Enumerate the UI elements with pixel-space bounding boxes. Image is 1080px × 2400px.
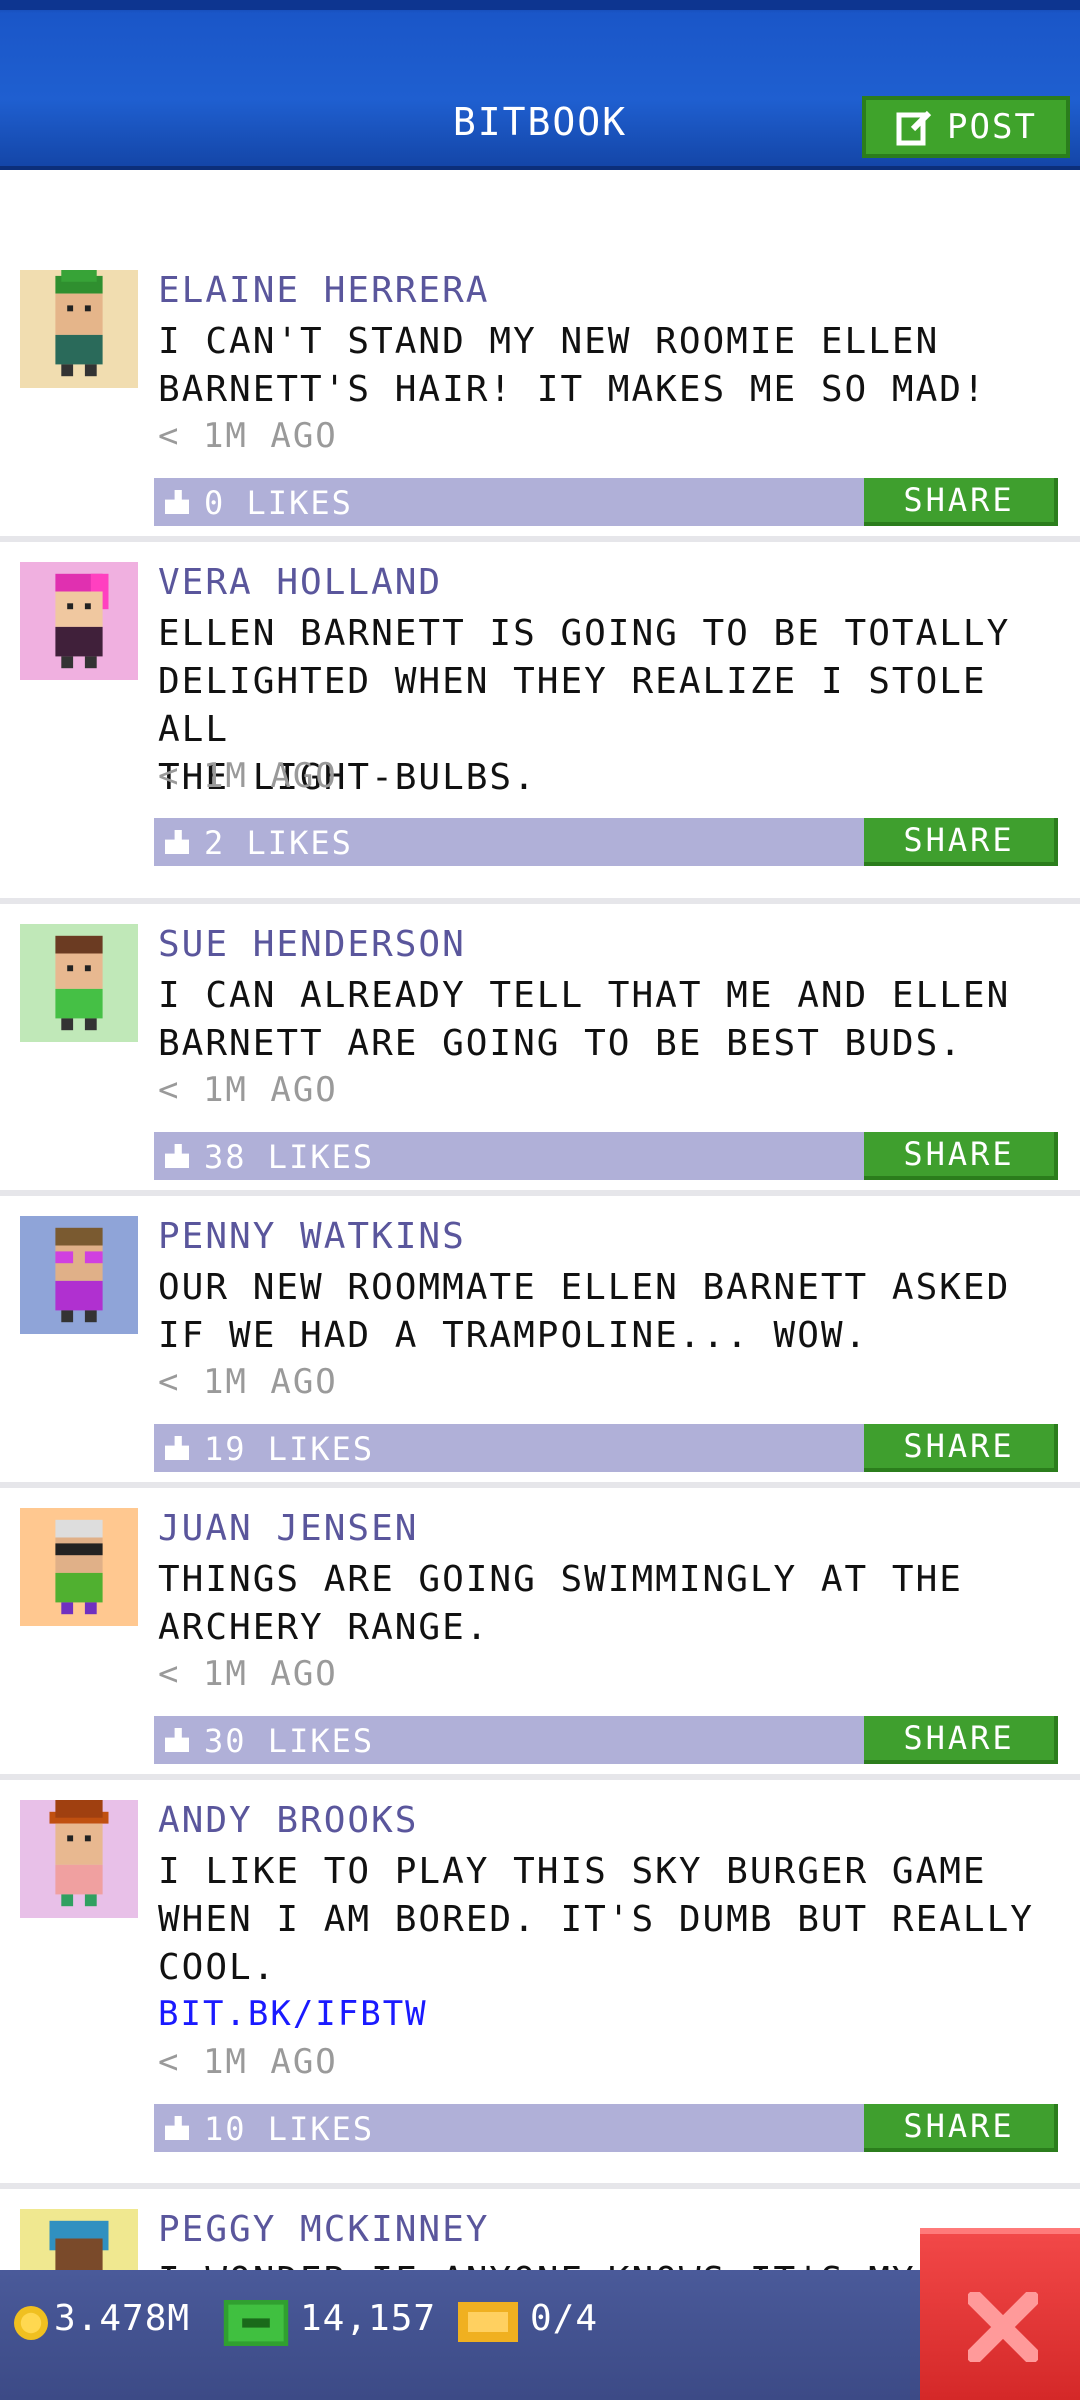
post-text: I CAN ALREADY TELL THAT ME AND ELLEN BAR… xyxy=(158,975,1011,1064)
feed-post: VERA HOLLAND ELLEN BARNETT IS GOING TO B… xyxy=(0,562,1080,904)
thumbs-up-icon xyxy=(165,2116,189,2140)
avatar xyxy=(20,1508,138,1626)
like-bar[interactable]: 0 LIKES xyxy=(154,478,864,526)
post-button-label: POST xyxy=(947,107,1037,147)
avatar xyxy=(20,562,138,680)
likes-count: 2 LIKES xyxy=(204,824,353,862)
status-stripe xyxy=(0,0,1080,10)
post-link[interactable]: BIT.BK/IFBTW xyxy=(158,1994,428,2034)
avatar xyxy=(20,1800,138,1918)
bux-icon xyxy=(223,2300,289,2346)
post-time: < 1M AGO xyxy=(158,1070,338,1110)
feed-post: ANDY BROOKS I LIKE TO PLAY THIS SKY BURG… xyxy=(0,1800,1080,2189)
tickets-count: 0/4 xyxy=(530,2298,599,2339)
coin-icon xyxy=(14,2306,48,2340)
likes-count: 19 LIKES xyxy=(204,1430,375,1468)
ticket-icon xyxy=(458,2302,518,2342)
post-author[interactable]: PEGGY MCKINNEY xyxy=(158,2209,489,2250)
coins-count: 3.478M xyxy=(54,2298,191,2339)
avatar xyxy=(20,924,138,1042)
thumbs-up-icon xyxy=(165,1144,189,1168)
post-author[interactable]: VERA HOLLAND xyxy=(158,562,442,603)
avatar xyxy=(20,1216,138,1334)
likes-count: 30 LIKES xyxy=(204,1722,375,1760)
post-text: THINGS ARE GOING SWIMMINGLY AT THE ARCHE… xyxy=(158,1559,963,1648)
thumbs-up-icon xyxy=(165,490,189,514)
thumbs-up-icon xyxy=(165,1436,189,1460)
like-bar[interactable]: 30 LIKES xyxy=(154,1716,864,1764)
like-bar[interactable]: 2 LIKES xyxy=(154,818,864,866)
likes-count: 0 LIKES xyxy=(204,484,353,522)
share-button[interactable]: SHARE xyxy=(864,818,1058,866)
post-button[interactable]: POST xyxy=(862,96,1070,158)
feed-post: ELAINE HERRERA I CAN'T STAND MY NEW ROOM… xyxy=(0,270,1080,542)
share-button[interactable]: SHARE xyxy=(864,1132,1058,1180)
feed[interactable]: ELAINE HERRERA I CAN'T STAND MY NEW ROOM… xyxy=(0,270,1080,2359)
post-time: < 1M AGO xyxy=(158,1362,338,1402)
post-author[interactable]: SUE HENDERSON xyxy=(158,924,466,965)
post-time: < 1M AGO xyxy=(158,1654,338,1694)
edit-icon xyxy=(896,110,932,146)
avatar xyxy=(20,270,138,388)
share-button[interactable]: SHARE xyxy=(864,478,1058,526)
feed-post: SUE HENDERSON I CAN ALREADY TELL THAT ME… xyxy=(0,924,1080,1196)
likes-count: 38 LIKES xyxy=(204,1138,375,1176)
like-bar[interactable]: 19 LIKES xyxy=(154,1424,864,1472)
post-text: I CAN'T STAND MY NEW ROOMIE ELLEN BARNET… xyxy=(158,321,987,410)
close-button[interactable] xyxy=(920,2228,1080,2400)
like-bar[interactable]: 38 LIKES xyxy=(154,1132,864,1180)
post-author[interactable]: JUAN JENSEN xyxy=(158,1508,418,1549)
post-text: I LIKE TO PLAY THIS SKY BURGER GAME WHEN… xyxy=(158,1851,1034,1988)
post-time: < 1M AGO xyxy=(158,2042,338,2082)
share-button[interactable]: SHARE xyxy=(864,2104,1058,2152)
share-button[interactable]: SHARE xyxy=(864,1424,1058,1472)
top-bar: BITBOOK POST xyxy=(0,0,1080,170)
bux-count: 14,157 xyxy=(300,2298,437,2339)
post-text: OUR NEW ROOMMATE ELLEN BARNETT ASKED IF … xyxy=(158,1267,1011,1356)
feed-post: PENNY WATKINS OUR NEW ROOMMATE ELLEN BAR… xyxy=(0,1216,1080,1488)
like-bar[interactable]: 10 LIKES xyxy=(154,2104,864,2152)
feed-post: JUAN JENSEN THINGS ARE GOING SWIMMINGLY … xyxy=(0,1508,1080,1780)
post-time: < 1M AGO xyxy=(158,416,338,456)
post-author[interactable]: ELAINE HERRERA xyxy=(158,270,489,311)
share-button[interactable]: SHARE xyxy=(864,1716,1058,1764)
bottom-status-bar: 3.478M 14,157 0/4 xyxy=(0,2270,1080,2400)
post-author[interactable]: ANDY BROOKS xyxy=(158,1800,418,1841)
close-icon xyxy=(968,2292,1038,2362)
likes-count: 10 LIKES xyxy=(204,2110,375,2148)
post-author[interactable]: PENNY WATKINS xyxy=(158,1216,466,1257)
thumbs-up-icon xyxy=(165,1728,189,1752)
thumbs-up-icon xyxy=(165,830,189,854)
post-time: < 1M AGO xyxy=(158,756,338,796)
